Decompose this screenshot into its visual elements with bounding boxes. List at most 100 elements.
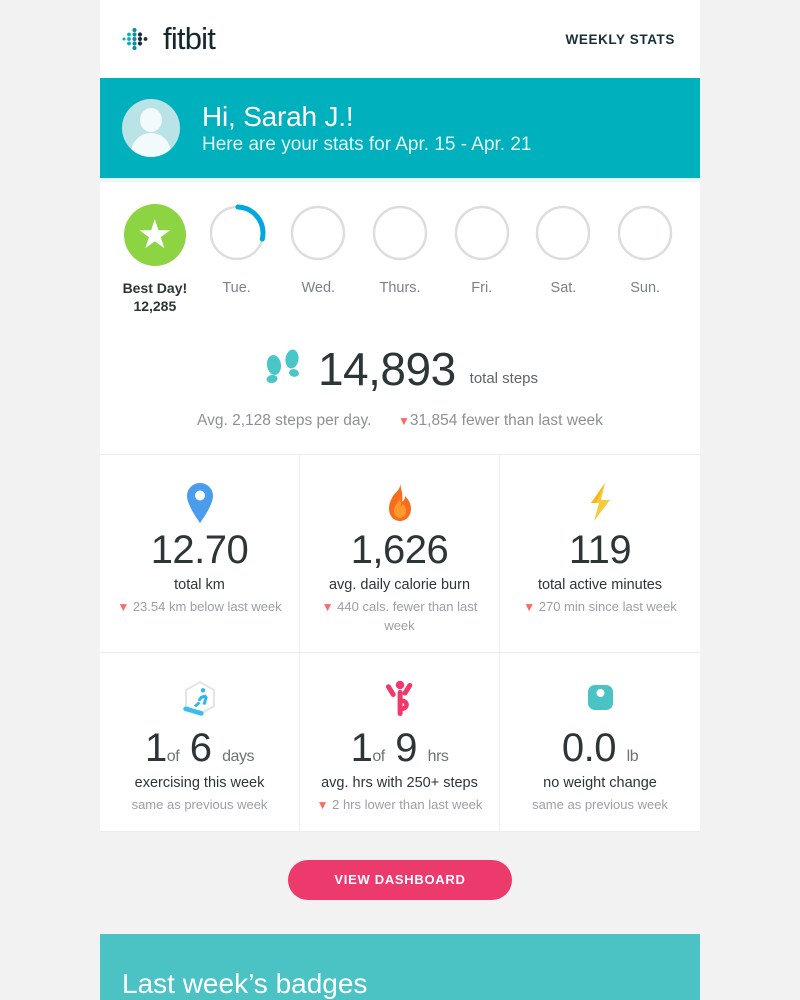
week-rings-row: ★ Best Day! 12,285 Tue. Wed. Thurs. Fri.…	[114, 204, 686, 314]
stat-label-exercise-days: exercising this week	[134, 774, 265, 791]
email-card: fitbit WEEKLY STATS Hi, Sarah J.! Here a…	[100, 0, 700, 1000]
stat-label-weight: no weight change	[543, 774, 657, 791]
greeting-title: Hi, Sarah J.!	[202, 100, 354, 132]
user-avatar-silhouette-icon	[122, 99, 180, 157]
total-steps-value: 14,893	[317, 343, 456, 395]
delta-text: same as previous week	[532, 796, 668, 812]
week-rings-section: ★ Best Day! 12,285 Tue. Wed. Thurs. Fri.…	[100, 182, 700, 320]
day-wed[interactable]: Wed.	[277, 204, 359, 314]
greeting-banner: Hi, Sarah J.! Here are your stats for Ap…	[100, 78, 700, 178]
steps-delta: 31,854 fewer than last week	[409, 412, 603, 429]
section-label: WEEKLY STATS	[565, 31, 675, 47]
email-page: fitbit WEEKLY STATS Hi, Sarah J.! Here a…	[0, 0, 800, 1000]
stat-cell-active-minutes: 119 total active minutes ▼ 270 min since…	[500, 455, 700, 653]
stat-delta-weight: same as previous week	[512, 796, 688, 815]
badges-title: Last week’s badges	[122, 967, 368, 999]
value-unit: hrs	[427, 747, 449, 765]
stat-delta-active-minutes: ▼ 270 min since last week	[512, 598, 688, 617]
stat-delta-exercise-days: same as previous week	[112, 796, 287, 815]
total-steps-main: 14,893 total steps	[100, 342, 700, 396]
view-dashboard-button[interactable]: VIEW DASHBOARD	[288, 859, 512, 900]
delta-text: 23.54 km below last week	[132, 599, 282, 614]
value-primary: 0.0	[561, 725, 617, 770]
weight-scale-icon	[512, 675, 688, 727]
stat-value-distance: 12.70	[150, 528, 249, 572]
stat-label-active-minutes: total active minutes	[537, 577, 663, 593]
stat-delta-hourly-activity: ▼ 2 hrs lower than last week	[312, 796, 487, 815]
stat-label-distance: total km	[174, 577, 225, 593]
progress-ring-sat	[534, 204, 592, 262]
value-unit: lb	[626, 747, 639, 765]
stat-delta-distance: ▼ 23.54 km below last week	[112, 598, 287, 617]
lightning-bolt-icon	[512, 477, 688, 529]
progress-ring-wed	[289, 204, 347, 262]
day-tue[interactable]: Tue.	[196, 204, 278, 314]
map-pin-icon	[112, 477, 287, 529]
stat-cell-weight: 0.0 lb no weight change same as previous…	[500, 653, 700, 832]
steps-delta-arrow-icon: ▼	[398, 414, 410, 428]
stat-value-exercise-days: 1of 6 days	[112, 727, 287, 769]
delta-text: 270 min since last week	[538, 599, 677, 614]
stat-value-hourly-activity: 1of 9 hrs	[312, 727, 487, 769]
day-sun[interactable]: Sun.	[604, 204, 686, 314]
avatar-head	[140, 108, 162, 132]
stat-label-calories: avg. daily calorie burn	[328, 577, 471, 593]
steps-average: Avg. 2,128 steps per day.	[197, 412, 372, 429]
day-label-fri: Fri.	[471, 280, 493, 296]
stat-label-hourly-activity: avg. hrs with 250+ steps	[321, 774, 478, 791]
day-label-sat: Sat.	[550, 280, 577, 296]
cta-section: VIEW DASHBOARD	[100, 831, 700, 934]
value-secondary: 6	[189, 725, 212, 770]
star-glyph: ★	[136, 213, 173, 257]
stat-value-calories: 1,626	[350, 528, 449, 572]
delta-text: 440 cals. fewer than last week	[337, 599, 478, 633]
day-label-sun: Sun.	[630, 280, 661, 296]
value-secondary: 9	[395, 725, 418, 770]
day-best[interactable]: ★ Best Day! 12,285	[114, 204, 196, 314]
delta-arrow-icon: ▼	[523, 600, 536, 614]
delta-text: same as previous week	[131, 796, 268, 812]
delta-arrow-icon: ▼	[117, 600, 130, 614]
footprints-icon	[262, 347, 304, 391]
stat-value-weight: 0.0 lb	[512, 727, 688, 769]
stat-cell-calories: 1,626 avg. daily calorie burn ▼ 440 cals…	[300, 455, 500, 653]
day-thurs[interactable]: Thurs.	[359, 204, 441, 314]
day-sat[interactable]: Sat.	[523, 204, 605, 314]
delta-text: 2 hrs lower than last week	[332, 796, 483, 812]
flame-icon	[312, 477, 487, 529]
total-steps-unit: total steps	[469, 370, 539, 387]
progress-ring-sun	[616, 204, 674, 262]
value-primary: 1	[145, 725, 167, 770]
value-connector: of	[166, 747, 180, 765]
greeting-text: Hi, Sarah J.! Here are your stats for Ap…	[202, 101, 532, 156]
stat-value-active-minutes: 119	[568, 528, 632, 572]
progress-ring-thurs	[371, 204, 429, 262]
progress-ring-fri	[453, 204, 511, 262]
exercise-hexagon-icon	[112, 675, 287, 727]
day-label-wed: Wed.	[301, 280, 336, 296]
delta-arrow-icon: ▼	[316, 797, 329, 812]
best-day-label: Best Day!	[122, 280, 188, 296]
stat-delta-calories: ▼ 440 cals. fewer than last week	[312, 598, 487, 636]
best-day-value: 12,285	[133, 298, 177, 314]
avatar-body	[131, 133, 171, 157]
delta-arrow-icon: ▼	[321, 600, 334, 614]
hourly-activity-icon	[312, 675, 487, 727]
badges-section: Last week’s badges	[100, 933, 700, 1000]
stat-cell-exercise-days: 1of 6 days exercising this week same as …	[100, 652, 300, 832]
total-steps-subline: Avg. 2,128 steps per day. ▼31,854 fewer …	[100, 412, 700, 430]
day-label-thurs: Thurs.	[379, 280, 421, 296]
greeting-subtitle: Here are your stats for Apr. 15 - Apr. 2…	[202, 133, 532, 155]
stats-grid: 12.70 total km ▼ 23.54 km below last wee…	[100, 454, 700, 832]
value-connector: of	[372, 747, 385, 765]
brand[interactable]: fitbit	[120, 21, 216, 57]
total-steps-section: 14,893 total steps Avg. 2,128 steps per …	[100, 320, 700, 454]
stat-cell-distance: 12.70 total km ▼ 23.54 km below last wee…	[100, 455, 300, 653]
star-badge-icon: ★	[123, 204, 186, 266]
masthead: fitbit WEEKLY STATS	[100, 0, 700, 78]
day-label-tue: Tue.	[222, 280, 251, 296]
stat-cell-hourly-activity: 1of 9 hrs avg. hrs with 250+ steps ▼ 2 h…	[300, 652, 500, 832]
day-fri[interactable]: Fri.	[441, 204, 523, 314]
brand-wordmark: fitbit	[163, 21, 216, 56]
value-unit: days	[222, 747, 254, 765]
